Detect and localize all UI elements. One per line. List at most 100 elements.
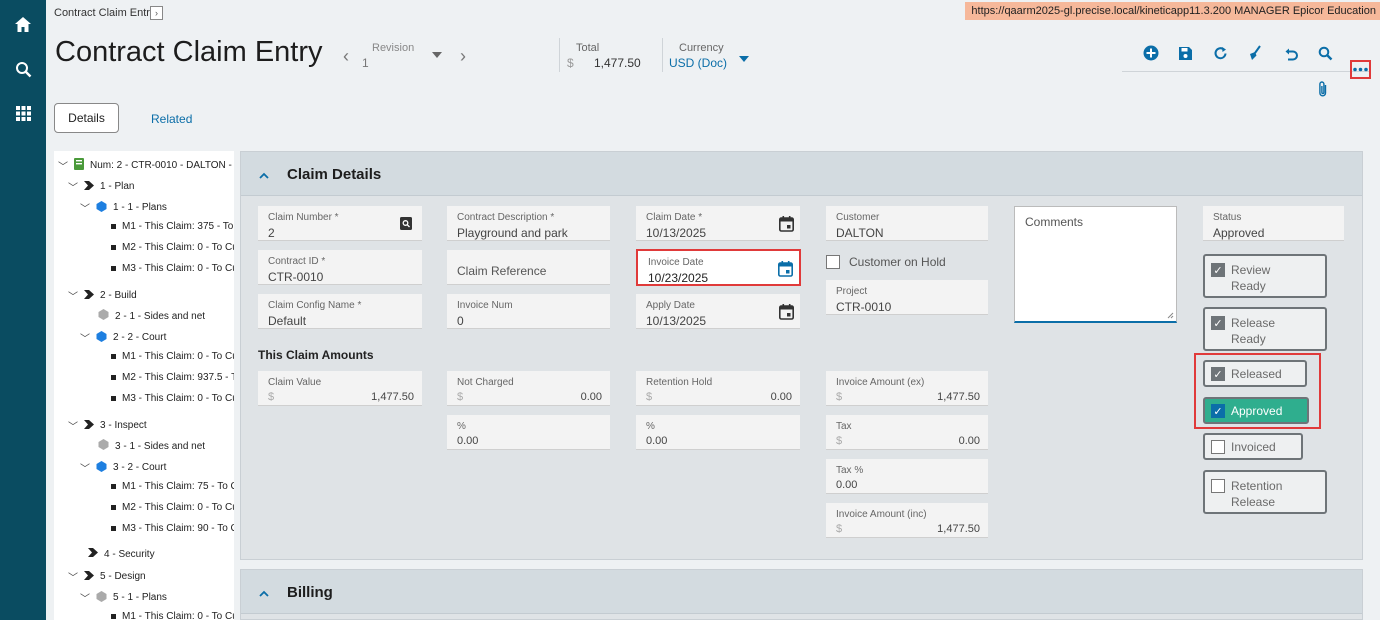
tree-node-phase[interactable]: 3 - 1 - Sides and net xyxy=(98,439,205,453)
retention-hold-field[interactable]: Retention Hold $ 0.00 xyxy=(636,371,800,406)
tree-node-plan[interactable]: ﹀ 1 - Plan xyxy=(68,179,134,194)
retention-percent-field[interactable]: % 0.00 xyxy=(636,415,800,450)
checkbox-box[interactable] xyxy=(826,255,840,269)
tree-node-label: 5 - 1 - Plans xyxy=(113,592,167,603)
invoice-amount-inc-field[interactable]: Invoice Amount (inc) $ 1,477.50 xyxy=(826,503,988,538)
calendar-icon[interactable] xyxy=(779,216,794,237)
not-charged-field[interactable]: Not Charged $ 0.00 xyxy=(447,371,610,406)
invoice-amount-ex-field[interactable]: Invoice Amount (ex) $ 1,477.50 xyxy=(826,371,988,406)
clear-icon[interactable] xyxy=(1246,44,1264,62)
tree-node-label: 2 - 2 - Court xyxy=(113,332,167,343)
revision-value[interactable]: 1 xyxy=(362,56,369,70)
tree-node-milestone[interactable]: M1 - This Claim: 75 - To C xyxy=(111,481,234,492)
field-label: Invoice Amount (ex) xyxy=(836,377,925,388)
tree-node-milestone[interactable]: M3 - This Claim: 0 - To Cu xyxy=(111,393,234,404)
tree-node-label: 4 - Security xyxy=(104,548,155,560)
resize-handle-icon[interactable] xyxy=(1167,312,1174,319)
tree-node-milestone[interactable]: M3 - This Claim: 90 - To C xyxy=(111,523,234,534)
comments-textarea[interactable]: Comments xyxy=(1014,206,1177,323)
collapse-icon[interactable]: ﹀ xyxy=(80,200,90,215)
more-icon[interactable] xyxy=(1350,60,1371,79)
tree-node-root[interactable]: ﹀ Num: 2 - CTR-0010 - DALTON - Re xyxy=(58,158,234,173)
tree-node-phase[interactable]: ﹀ 5 - 1 - Plans xyxy=(80,590,167,605)
tree-node-milestone[interactable]: M3 - This Claim: 0 - To Cu xyxy=(111,263,234,274)
tree-node-milestone[interactable]: M1 - This Claim: 0 - To Cu xyxy=(111,351,234,362)
review-ready-checkbox[interactable]: ✓ Review Ready xyxy=(1203,254,1327,298)
claim-number-field[interactable]: Claim Number * 2 xyxy=(258,206,422,241)
home-icon[interactable] xyxy=(11,12,35,36)
billing-header[interactable]: Billing xyxy=(241,570,1362,614)
claim-config-field[interactable]: Claim Config Name * Default xyxy=(258,294,422,329)
chevron-up-icon[interactable] xyxy=(259,584,269,597)
collapse-icon[interactable]: ﹀ xyxy=(68,418,78,433)
checkbox-label: Ready xyxy=(1231,332,1266,346)
release-ready-checkbox[interactable]: ✓ Release Ready xyxy=(1203,307,1327,351)
contract-description-field[interactable]: Contract Description * Playground and pa… xyxy=(447,206,610,241)
undo-icon[interactable] xyxy=(1282,44,1300,62)
status-field: Status Approved xyxy=(1203,206,1344,241)
project-field[interactable]: Project CTR-0010 xyxy=(826,280,988,315)
calendar-icon[interactable] xyxy=(778,261,793,282)
tree-node-milestone[interactable]: M2 - This Claim: 937.5 - T xyxy=(111,372,234,383)
revision-dropdown-icon[interactable] xyxy=(432,52,442,58)
tree-node-phase[interactable]: ﹀ 3 - 2 - Court xyxy=(80,460,166,475)
tree-node-security[interactable]: 4 - Security xyxy=(88,548,155,560)
revision-prev-icon[interactable]: ‹ xyxy=(343,46,349,67)
breadcrumb[interactable]: Contract Claim Entry xyxy=(54,7,155,19)
tree-node-milestone[interactable]: M2 - This Claim: 0 - To Cu xyxy=(111,242,234,253)
retention-release-checkbox[interactable]: Retention Release xyxy=(1203,470,1327,514)
save-icon[interactable] xyxy=(1176,44,1194,62)
collapse-icon[interactable]: ﹀ xyxy=(80,590,90,605)
search-nav-icon[interactable] xyxy=(11,57,35,81)
collapse-icon[interactable]: ﹀ xyxy=(68,288,78,303)
claim-date-field[interactable]: Claim Date * 10/13/2025 xyxy=(636,206,800,241)
collapse-icon[interactable]: ﹀ xyxy=(80,460,90,475)
refresh-icon[interactable] xyxy=(1211,44,1229,62)
claim-value-field[interactable]: Claim Value $ 1,477.50 xyxy=(258,371,422,406)
chevron-up-icon[interactable] xyxy=(259,166,269,179)
released-checkbox[interactable]: ✓ Released xyxy=(1203,360,1307,387)
tree-node-build[interactable]: ﹀ 2 - Build xyxy=(68,288,137,303)
collapse-icon[interactable]: ﹀ xyxy=(68,179,78,194)
currency-value[interactable]: USD (Doc) xyxy=(669,56,727,70)
apply-date-field[interactable]: Apply Date 10/13/2025 xyxy=(636,294,800,329)
add-icon[interactable] xyxy=(1142,44,1160,62)
tree-node-milestone[interactable]: M2 - This Claim: 0 - To Cu xyxy=(111,502,234,513)
collapse-icon[interactable]: ﹀ xyxy=(68,569,78,584)
search-icon[interactable] xyxy=(1316,44,1334,62)
customer-field[interactable]: Customer DALTON xyxy=(826,206,988,241)
collapse-icon[interactable]: ﹀ xyxy=(80,330,90,345)
tree-node-phase[interactable]: 2 - 1 - Sides and net xyxy=(98,309,205,323)
tree-node-milestone[interactable]: M1 - This Claim: 0 - To Cu xyxy=(111,611,234,620)
invoice-num-field[interactable]: Invoice Num 0 xyxy=(447,294,610,329)
invoice-date-field[interactable]: Invoice Date 10/23/2025 xyxy=(636,249,801,286)
customer-on-hold-checkbox[interactable]: Customer on Hold xyxy=(826,255,946,269)
revision-next-icon[interactable]: › xyxy=(460,46,466,67)
claim-details-header[interactable]: Claim Details xyxy=(241,152,1362,196)
not-charged-percent-field[interactable]: % 0.00 xyxy=(447,415,610,450)
breadcrumb-expand-icon[interactable]: › xyxy=(150,6,163,20)
tab-details[interactable]: Details xyxy=(54,103,119,133)
currency-dropdown-icon[interactable] xyxy=(739,56,749,62)
invoiced-checkbox[interactable]: Invoiced xyxy=(1203,433,1303,460)
claim-reference-field[interactable]: Claim Reference xyxy=(447,250,610,285)
tree-node-milestone[interactable]: M1 - This Claim: 375 - To xyxy=(111,221,233,232)
apps-grid-icon[interactable] xyxy=(11,101,35,125)
calendar-icon[interactable] xyxy=(779,304,794,325)
tree-node-phase[interactable]: ﹀ 1 - 1 - Plans xyxy=(80,200,167,215)
tree-node-design[interactable]: ﹀ 5 - Design xyxy=(68,569,146,584)
tab-related[interactable]: Related xyxy=(151,112,192,126)
field-label: Invoice Date xyxy=(648,257,704,268)
contract-id-field[interactable]: Contract ID * CTR-0010 xyxy=(258,250,422,285)
approved-checkbox[interactable]: ✓ Approved xyxy=(1203,397,1309,424)
top-bar: Contract Claim Entry › https://qaarm2025… xyxy=(46,0,1380,26)
currency-symbol: $ xyxy=(836,523,843,535)
attachment-icon[interactable] xyxy=(1317,80,1329,103)
lookup-icon[interactable] xyxy=(400,217,412,235)
tax-field[interactable]: Tax $ 0.00 xyxy=(826,415,988,450)
tax-percent-field[interactable]: Tax % 0.00 xyxy=(826,459,988,494)
tree-node-inspect[interactable]: ﹀ 3 - Inspect xyxy=(68,418,147,433)
nav-rail xyxy=(0,0,46,620)
tree-node-phase[interactable]: ﹀ 2 - 2 - Court xyxy=(80,330,166,345)
collapse-icon[interactable]: ﹀ xyxy=(58,158,68,173)
